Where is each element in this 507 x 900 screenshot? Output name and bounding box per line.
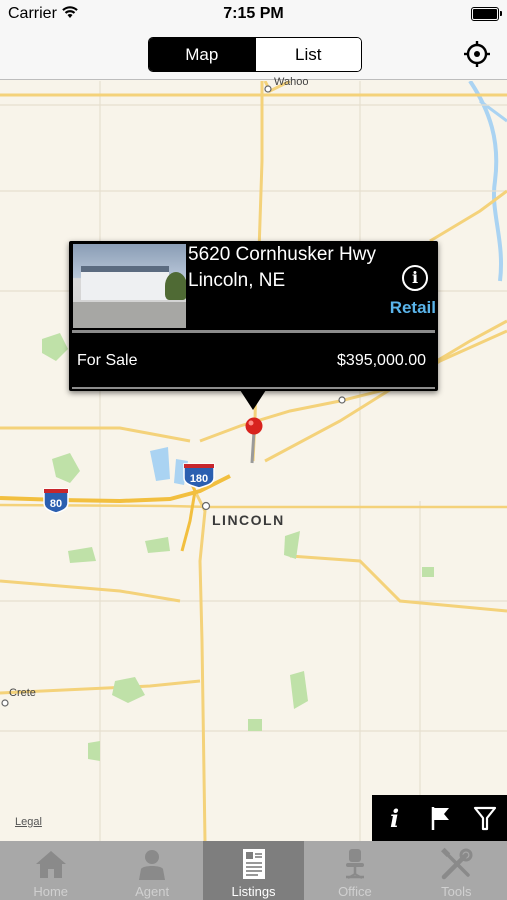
segment-list[interactable]: List — [254, 38, 361, 71]
tab-tools-label: Tools — [441, 884, 472, 899]
listing-callout[interactable]: 5620 Cornhusker Hwy Lincoln, NE i Retail… — [69, 241, 438, 391]
tab-listings[interactable]: Listings — [202, 841, 305, 900]
info-icon[interactable]: i — [372, 795, 417, 841]
nav-bar: Map List — [0, 28, 507, 80]
tab-tools[interactable]: Tools — [406, 841, 507, 900]
tab-listings-label: Listings — [231, 884, 276, 899]
tab-home[interactable]: Home — [0, 841, 101, 900]
listing-price: $395,000.00 — [337, 352, 426, 369]
tab-agent[interactable]: Agent — [101, 841, 202, 900]
photo-tree — [165, 272, 186, 300]
tab-bar: Home Agent Listings Office Tools — [0, 841, 507, 900]
town-label-crete: Crete — [9, 687, 36, 699]
filter-icon[interactable] — [462, 795, 507, 841]
callout-bottom-divider — [72, 387, 435, 389]
map-tools-bar: i — [372, 795, 507, 841]
interstate-80-shield: 80 — [43, 488, 69, 514]
legal-link[interactable]: Legal — [15, 816, 42, 828]
document-icon — [242, 849, 265, 879]
info-icon[interactable]: i — [402, 265, 428, 291]
listing-address-line1: 5620 Cornhusker Hwy — [188, 244, 376, 265]
tools-icon — [441, 847, 473, 880]
map-list-segmented-control: Map List — [148, 37, 362, 72]
status-bar: Carrier 7:15 PM — [0, 0, 507, 28]
office-chair-icon — [345, 849, 364, 879]
interstate-180-shield: 180 — [183, 463, 215, 489]
person-icon — [139, 850, 166, 880]
house-icon — [35, 851, 66, 878]
listing-photo[interactable] — [73, 244, 186, 328]
flag-icon[interactable] — [417, 795, 462, 841]
photo-building — [81, 266, 169, 300]
city-label-lincoln: LINCOLN — [212, 512, 285, 528]
battery-icon — [471, 7, 502, 21]
tab-home-label: Home — [33, 884, 69, 899]
photo-parking-lot — [73, 302, 186, 328]
tab-office-label: Office — [338, 884, 372, 899]
property-type-label: Retail — [389, 298, 436, 317]
svg-text:80: 80 — [50, 498, 62, 510]
crosshair-icon[interactable] — [463, 40, 491, 68]
tab-office[interactable]: Office — [304, 841, 405, 900]
segment-map[interactable]: Map — [149, 38, 255, 71]
callout-divider — [72, 330, 435, 333]
map-pin-icon[interactable] — [244, 417, 268, 467]
callout-pointer — [240, 390, 266, 410]
clock: 7:15 PM — [223, 5, 284, 22]
svg-text:180: 180 — [190, 473, 208, 485]
listing-status: For Sale — [77, 352, 138, 369]
tab-agent-label: Agent — [135, 884, 170, 899]
town-label-wahoo: Wahoo — [274, 76, 309, 88]
listing-address-line2: Lincoln, NE — [188, 270, 286, 291]
